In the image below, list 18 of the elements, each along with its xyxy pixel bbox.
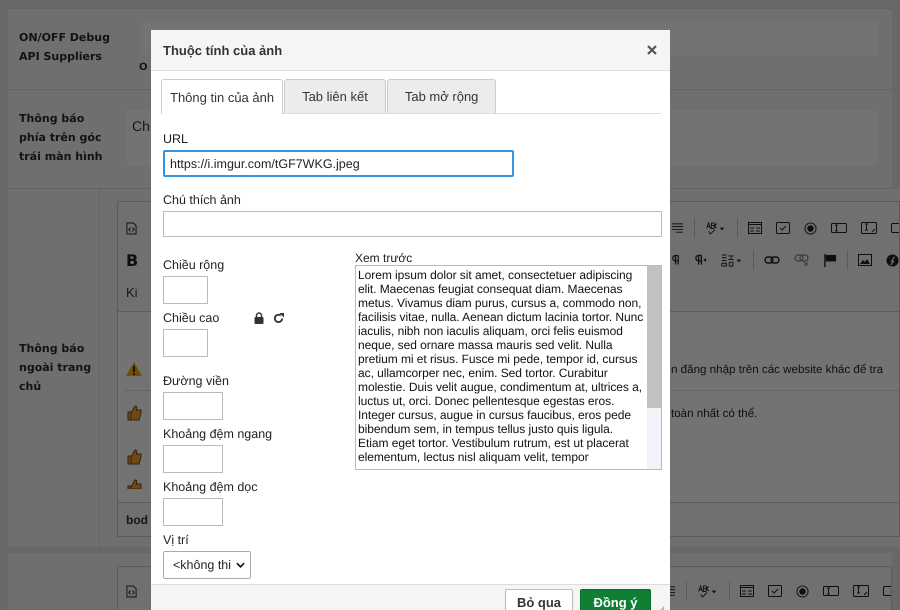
field-label: Chiều cao bbox=[163, 310, 220, 326]
notice-text: n đăng nhập trên các website khác để tra bbox=[671, 362, 884, 376]
field-label: Chiều rộng bbox=[163, 257, 224, 273]
field-label: Vị trí bbox=[163, 532, 189, 548]
field-label: Đường viền bbox=[163, 373, 229, 389]
toggle-label: O bbox=[139, 62, 148, 73]
field-label: Khoảng đệm dọc bbox=[163, 479, 258, 495]
preview-text: Lorem ipsum dolor sit amet, consectetuer adipiscing elit. Maecenas feugiat consequat diam. Maecenas metus. Vivamus diam purus, cursus a, commodo non, facilisis vitae, nulla. Aenean dictum lacinia tortor. Nunc iaculis, nibh non iaculis aliquam, orci felis euismod neque, sed ornare massa mauris sed velit. Nulla pretium mi et risus. Fusce mi pede, tempor id, cursus ac, ullamcorper nec, enim. Sed tortor. Curabitur molestie. Duis velit augue, condimentum at, ultrices a, luctus ut, orci. Donec pellentesque egestas eros. Integer cursus, augue in cursus faucibus, eros pede bibendum sem, in tempus tellus justo quis ligula. Etiam eget tortor. Vestibulum rutrum, est ut placerat elementum, lectus nisl aliquam velit, tempor bbox=[357, 267, 644, 466]
field-label: Thông báo ngoài trang chủ bbox=[8, 189, 100, 547]
field-label: Chú thích ảnh bbox=[163, 192, 241, 208]
field-label: Khoảng đệm ngang bbox=[163, 426, 272, 442]
field-label: Thông báo phía trên góc trái màn hình bbox=[18, 111, 104, 165]
field-label: ON/OFF Debug API Suppliers bbox=[18, 30, 111, 65]
notice-text: toàn nhất có thể. bbox=[671, 406, 758, 420]
field-label: URL bbox=[163, 131, 188, 147]
dialog-title: Thuộc tính của ảnh bbox=[163, 42, 282, 58]
element-path: bod bbox=[126, 512, 148, 526]
preview-label: Xem trước bbox=[355, 251, 414, 265]
